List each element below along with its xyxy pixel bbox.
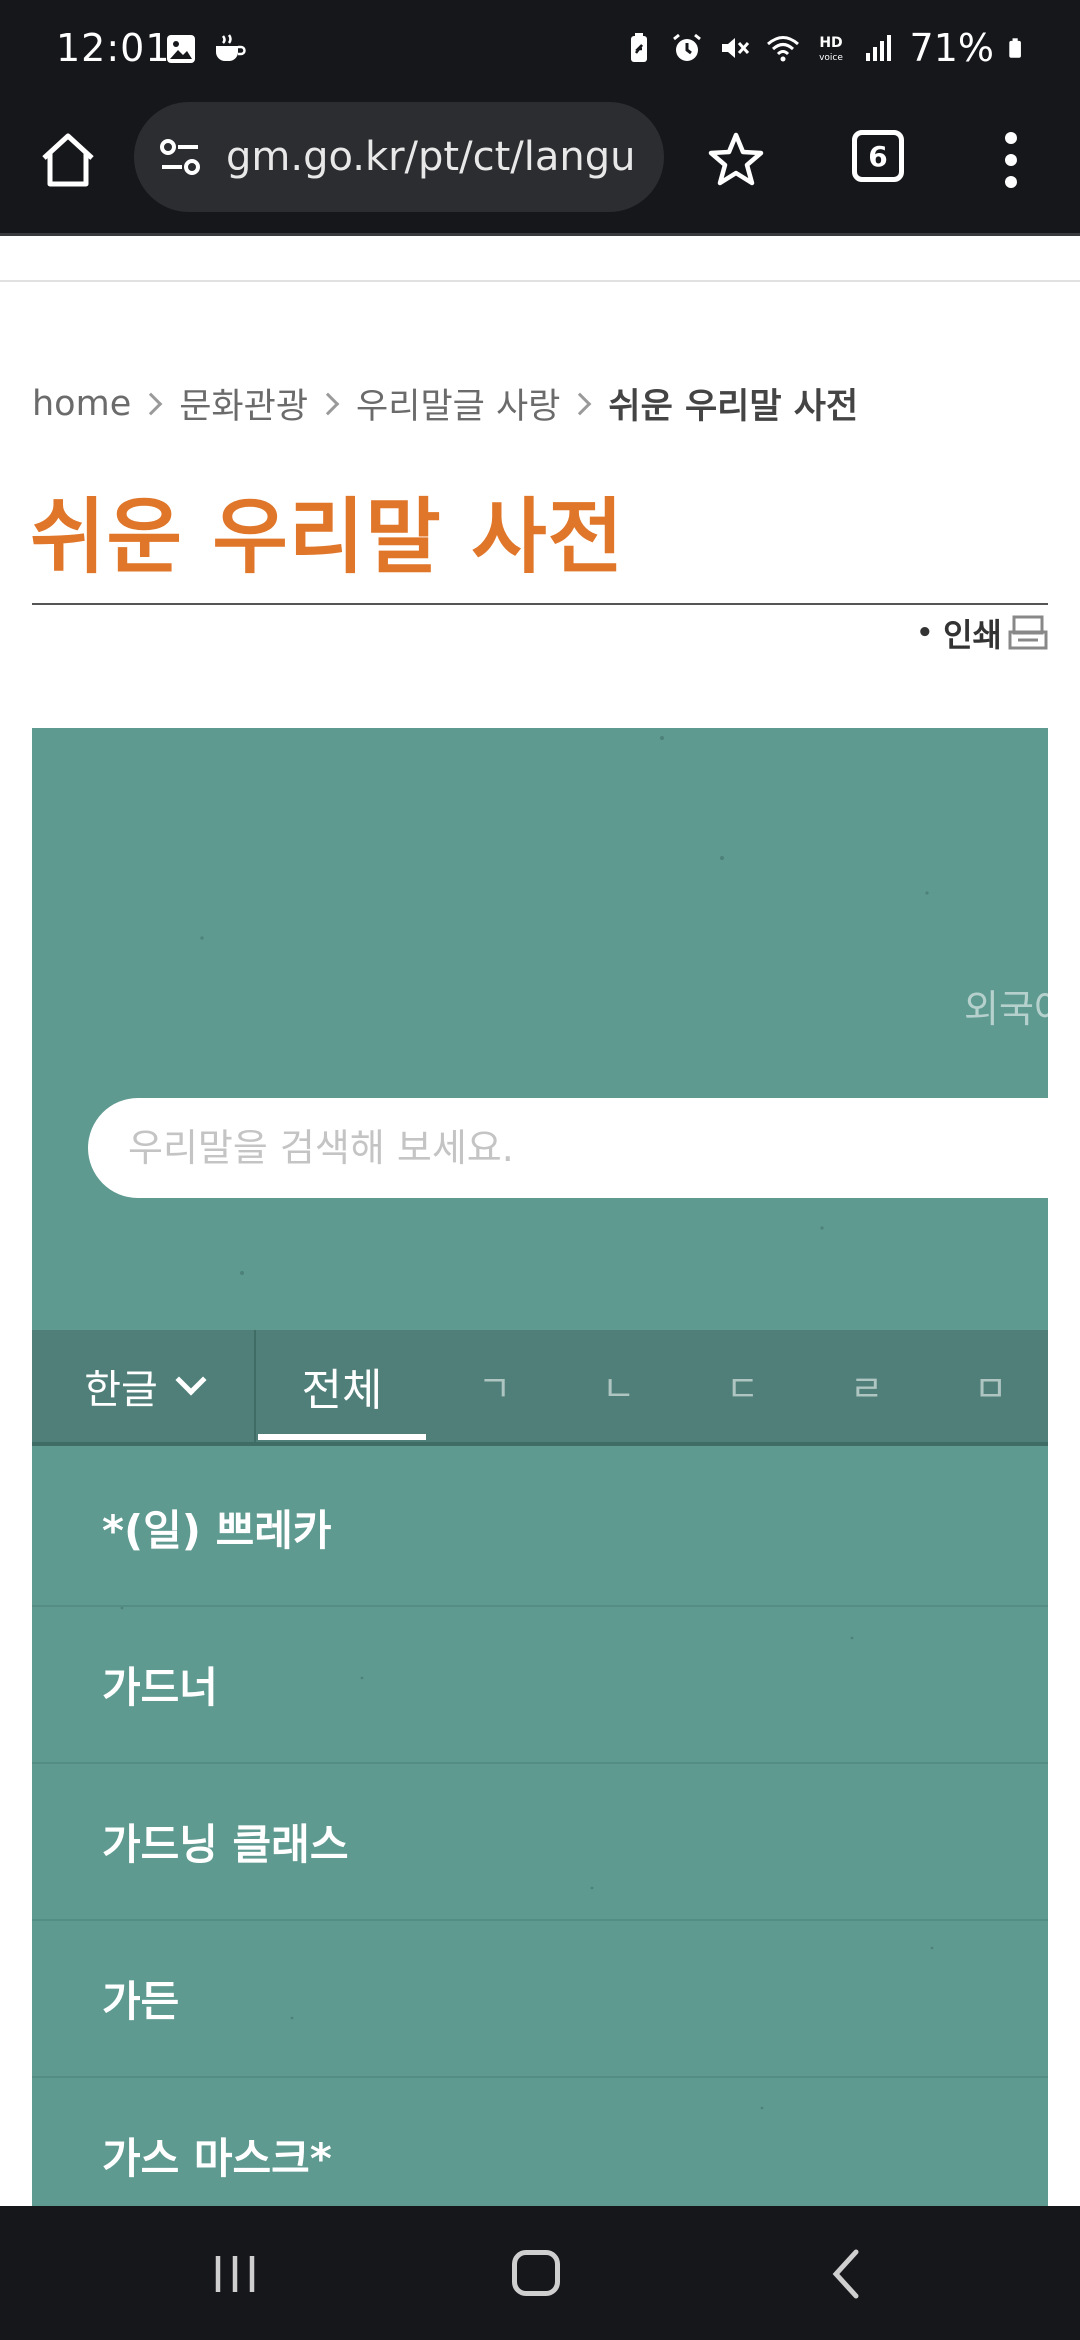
alarm-icon xyxy=(672,33,701,61)
list-item[interactable]: 가든 xyxy=(32,1921,1048,2078)
signal-icon xyxy=(865,35,891,61)
list-item[interactable]: 가드닝 클래스 xyxy=(32,1764,1048,1921)
gallery-icon xyxy=(167,35,195,63)
home-nav-icon[interactable] xyxy=(512,2250,560,2296)
title-divider xyxy=(32,603,1048,605)
site-settings-icon[interactable] xyxy=(158,137,202,177)
battery-percent: 71% xyxy=(909,26,994,70)
breadcrumb-korean-language[interactable]: 우리말글 사랑 xyxy=(356,378,560,429)
status-bar: 12:01 HD voice 71% xyxy=(0,0,1080,100)
bullet-icon: • xyxy=(916,618,934,648)
word-list: *(일) 쁘레카 가드너 가드닝 클래스 가든 가스 마스크* xyxy=(32,1450,1048,2206)
language-select[interactable]: 한글 xyxy=(32,1330,256,1442)
tab-consonant-n[interactable]: ㄴ xyxy=(602,1360,635,1412)
svg-text:HD: HD xyxy=(819,35,842,51)
url-text[interactable]: gm.go.kr/pt/ct/langu xyxy=(226,134,635,180)
tab-consonant-m[interactable]: ㅁ xyxy=(974,1360,1007,1412)
list-item[interactable]: *(일) 쁘레카 xyxy=(32,1450,1048,1607)
breadcrumb-culture[interactable]: 문화관광 xyxy=(179,378,308,429)
search-input[interactable] xyxy=(128,1098,1028,1198)
tab-consonant-d[interactable]: ㄷ xyxy=(726,1360,759,1412)
tab-consonant-r[interactable]: ㄹ xyxy=(850,1360,883,1412)
list-item[interactable]: 가스 마스크* xyxy=(32,2078,1048,2206)
print-label[interactable]: 인쇄 xyxy=(943,610,1002,656)
print-button[interactable]: • 인쇄 xyxy=(916,610,1048,656)
chevron-right-icon xyxy=(139,392,163,415)
tab-switcher-button[interactable]: 6 xyxy=(852,130,904,182)
index-bar: 한글 전체 ㄱ ㄴ ㄷ ㄹ ㅁ xyxy=(32,1330,1048,1446)
mute-icon xyxy=(721,38,749,58)
language-select-label: 한글 xyxy=(84,1367,158,1413)
dictionary-panel: 외국어 한글 전체 ㄱ ㄴ ㄷ ㄹ ㅁ *(일) 쁘레카 가드너 가드닝 클래스… xyxy=(32,728,1048,2206)
chevron-right-icon xyxy=(569,392,592,415)
address-bar[interactable]: gm.go.kr/pt/ct/langu xyxy=(134,102,664,212)
tab-consonant-g[interactable]: ㄱ xyxy=(478,1360,511,1412)
wifi-icon xyxy=(766,36,799,62)
svg-text:voice: voice xyxy=(819,53,843,63)
chevron-right-icon xyxy=(316,392,340,415)
site-header-strip xyxy=(0,236,1080,282)
breadcrumb: home 문화관광 우리말글 사랑 쉬운 우리말 사전 xyxy=(32,378,858,429)
printer-icon[interactable] xyxy=(1008,614,1048,652)
battery-icon xyxy=(1009,38,1021,58)
foreign-language-label[interactable]: 외국어 xyxy=(964,978,1048,1033)
browser-toolbar: gm.go.kr/pt/ct/langu 6 xyxy=(0,100,1080,236)
battery-saver-icon xyxy=(630,33,647,62)
list-item[interactable]: 가드너 xyxy=(32,1607,1048,1764)
coffee-icon xyxy=(216,34,246,61)
page-title: 쉬운 우리말 사전 xyxy=(30,490,625,585)
hd-voice-icon: HD voice xyxy=(819,35,843,63)
chevron-down-icon xyxy=(175,1364,207,1396)
search-box[interactable] xyxy=(88,1098,1048,1198)
status-time: 12:01 xyxy=(56,26,171,70)
active-tab-indicator xyxy=(258,1434,426,1440)
breadcrumb-home[interactable]: home xyxy=(32,384,131,424)
more-menu-icon[interactable] xyxy=(996,128,1026,192)
tab-all[interactable]: 전체 xyxy=(258,1330,426,1442)
system-nav-bar xyxy=(0,2206,1080,2340)
status-right: HD voice 71% xyxy=(622,26,1030,70)
bookmark-star-icon[interactable] xyxy=(706,130,766,190)
status-left-icons xyxy=(164,32,246,66)
back-icon[interactable] xyxy=(826,2248,866,2300)
recent-apps-icon[interactable] xyxy=(212,2252,258,2296)
breadcrumb-current: 쉬운 우리말 사전 xyxy=(608,387,859,427)
home-icon[interactable] xyxy=(36,128,100,192)
